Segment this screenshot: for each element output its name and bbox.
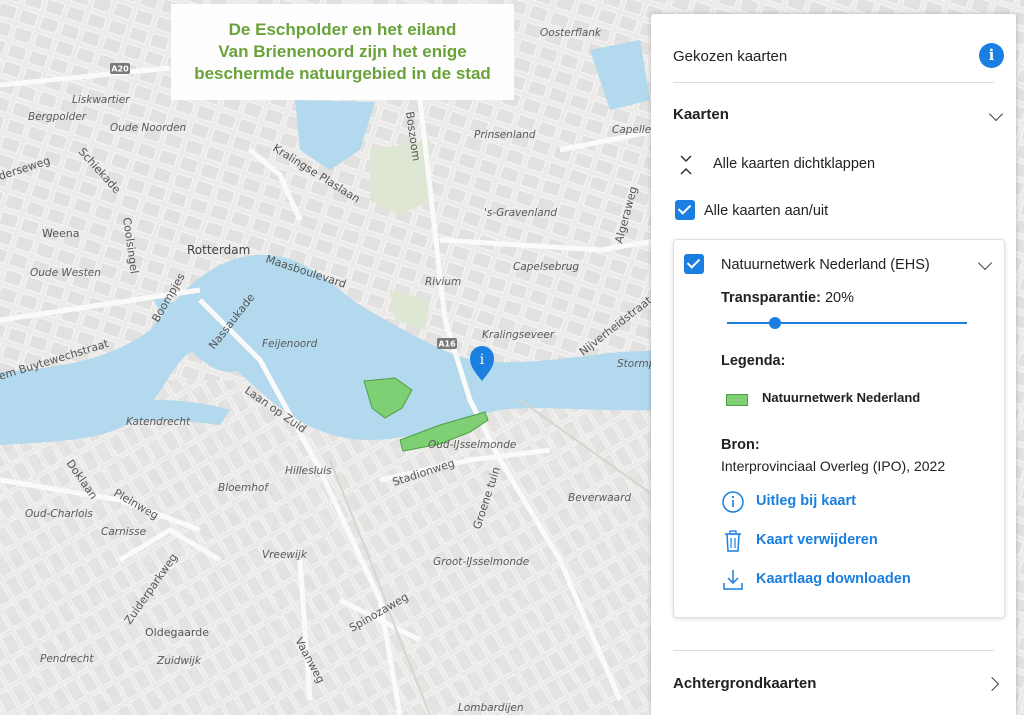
- download-layer-button[interactable]: Kaartlaag downloaden: [721, 568, 981, 592]
- map-label-rotterdam: Rotterdam: [187, 243, 250, 257]
- map-label-hillesluis: Hillesluis: [285, 465, 332, 477]
- transparency-slider-track[interactable]: [727, 322, 967, 324]
- callout-line-1: De Eschpolder en het eiland: [228, 20, 457, 39]
- collapse-all-label: Alle kaarten dichtklappen: [713, 156, 876, 172]
- map-label-beverwaard: Beverwaard: [568, 492, 631, 504]
- download-layer-label: Kaartlaag downloaden: [756, 571, 911, 587]
- map-label-oud-ijsselmonde: Oud-IJsselmonde: [428, 439, 516, 451]
- chosen-maps-panel: Gekozen kaarten i Kaarten Alle kaarten d…: [651, 14, 1016, 715]
- collapse-all-button[interactable]: Alle kaarten dichtklappen: [679, 154, 979, 176]
- map-label-bergpolder: Bergpolder: [28, 111, 87, 123]
- layer-title: Natuurnetwerk Nederland (EHS): [721, 257, 930, 273]
- toggle-all-checkbox[interactable]: [675, 200, 695, 220]
- collapse-all-icon: [680, 155, 692, 175]
- source-heading: Bron:: [721, 437, 760, 453]
- background-maps-section[interactable]: Achtergrondkaarten: [673, 650, 1000, 692]
- map-label-carnisse: Carnisse: [101, 526, 146, 538]
- legend-label: Natuurnetwerk Nederland: [762, 390, 921, 405]
- map-label-liskwartier: Liskwartier: [72, 94, 130, 106]
- info-icon[interactable]: i: [979, 43, 1004, 68]
- svg-text:A20: A20: [111, 65, 129, 74]
- explain-map-label: Uitleg bij kaart: [756, 493, 856, 509]
- kaarten-section-title[interactable]: Kaarten: [673, 106, 729, 123]
- download-icon: [723, 570, 743, 590]
- map-label-capelle: Capelle: [612, 124, 651, 136]
- panel-header: Gekozen kaarten i: [673, 38, 1004, 83]
- map-label-prinsenland: Prinsenland: [474, 129, 536, 141]
- map-label-stormpolder: Stormp: [617, 358, 656, 370]
- transparency-label: Transparantie: 20%: [721, 290, 854, 306]
- transparency-slider-thumb[interactable]: [769, 317, 781, 329]
- map-label-kralingseveer: Kralingseveer: [482, 329, 555, 341]
- svg-text:A16: A16: [438, 340, 456, 349]
- explain-map-button[interactable]: Uitleg bij kaart: [721, 490, 981, 514]
- info-outline-icon: [722, 491, 744, 513]
- layer-card: Natuurnetwerk Nederland (EHS) Transparan…: [673, 239, 1005, 618]
- map-label-s-gravenland: 's-Gravenland: [484, 207, 557, 219]
- background-maps-title: Achtergrondkaarten: [673, 675, 817, 692]
- map-label-bloemhof: Bloemhof: [218, 482, 270, 494]
- map-label-feijenoord: Feijenoord: [262, 338, 318, 350]
- kaarten-chevron-down-icon[interactable]: [988, 106, 1004, 122]
- source-value: Interprovinciaal Overleg (IPO), 2022: [721, 458, 946, 474]
- toggle-all-label[interactable]: Alle kaarten aan/uit: [704, 203, 828, 219]
- map-label-katendrecht: Katendrecht: [126, 416, 191, 428]
- map-label-vreewijk: Vreewijk: [262, 549, 308, 561]
- trash-icon: [725, 530, 741, 552]
- callout-line-2: Van Brienenoord zijn het enige: [218, 42, 467, 61]
- layer-visibility-checkbox[interactable]: [684, 254, 704, 274]
- callout-line-3: beschermde natuurgebied in de stad: [194, 64, 491, 83]
- map-label-pendrecht: Pendrecht: [40, 653, 94, 665]
- legend-swatch: [726, 394, 748, 406]
- legend-heading: Legenda:: [721, 353, 786, 369]
- transparency-label-text: Transparantie:: [721, 290, 821, 306]
- chevron-right-icon[interactable]: [984, 676, 1000, 692]
- map-label-capelsebrug: Capelsebrug: [513, 261, 579, 273]
- map-label-lombardijen: Lombardijen: [458, 702, 524, 714]
- map-label-oude-noorden: Oude Noorden: [110, 122, 186, 134]
- layer-chevron-down-icon[interactable]: [977, 255, 993, 271]
- svg-text:i: i: [480, 352, 485, 368]
- remove-map-label: Kaart verwijderen: [756, 532, 878, 548]
- map-label-weena: Weena: [42, 227, 79, 240]
- map-label-rivium: Rivium: [425, 276, 461, 288]
- map-label-oldegaarde: Oldegaarde: [145, 626, 209, 639]
- map-label-zuidwijk: Zuidwijk: [156, 655, 202, 667]
- road-shield-a20: A20: [110, 63, 130, 74]
- map-label-groot-ijsselmonde: Groot-IJsselmonde: [433, 556, 529, 568]
- panel-title: Gekozen kaarten: [673, 48, 788, 65]
- map-label-oosterflank: Oosterflank: [540, 27, 602, 39]
- road-shield-a16: A16: [437, 338, 457, 349]
- remove-map-button[interactable]: Kaart verwijderen: [721, 529, 981, 553]
- transparency-value: 20%: [824, 290, 854, 306]
- map-label-oude-westen: Oude Westen: [30, 267, 101, 279]
- map-callout: De Eschpolder en het eiland Van Brieneno…: [171, 4, 514, 100]
- map-label-oud-charlois: Oud-Charlois: [25, 508, 93, 520]
